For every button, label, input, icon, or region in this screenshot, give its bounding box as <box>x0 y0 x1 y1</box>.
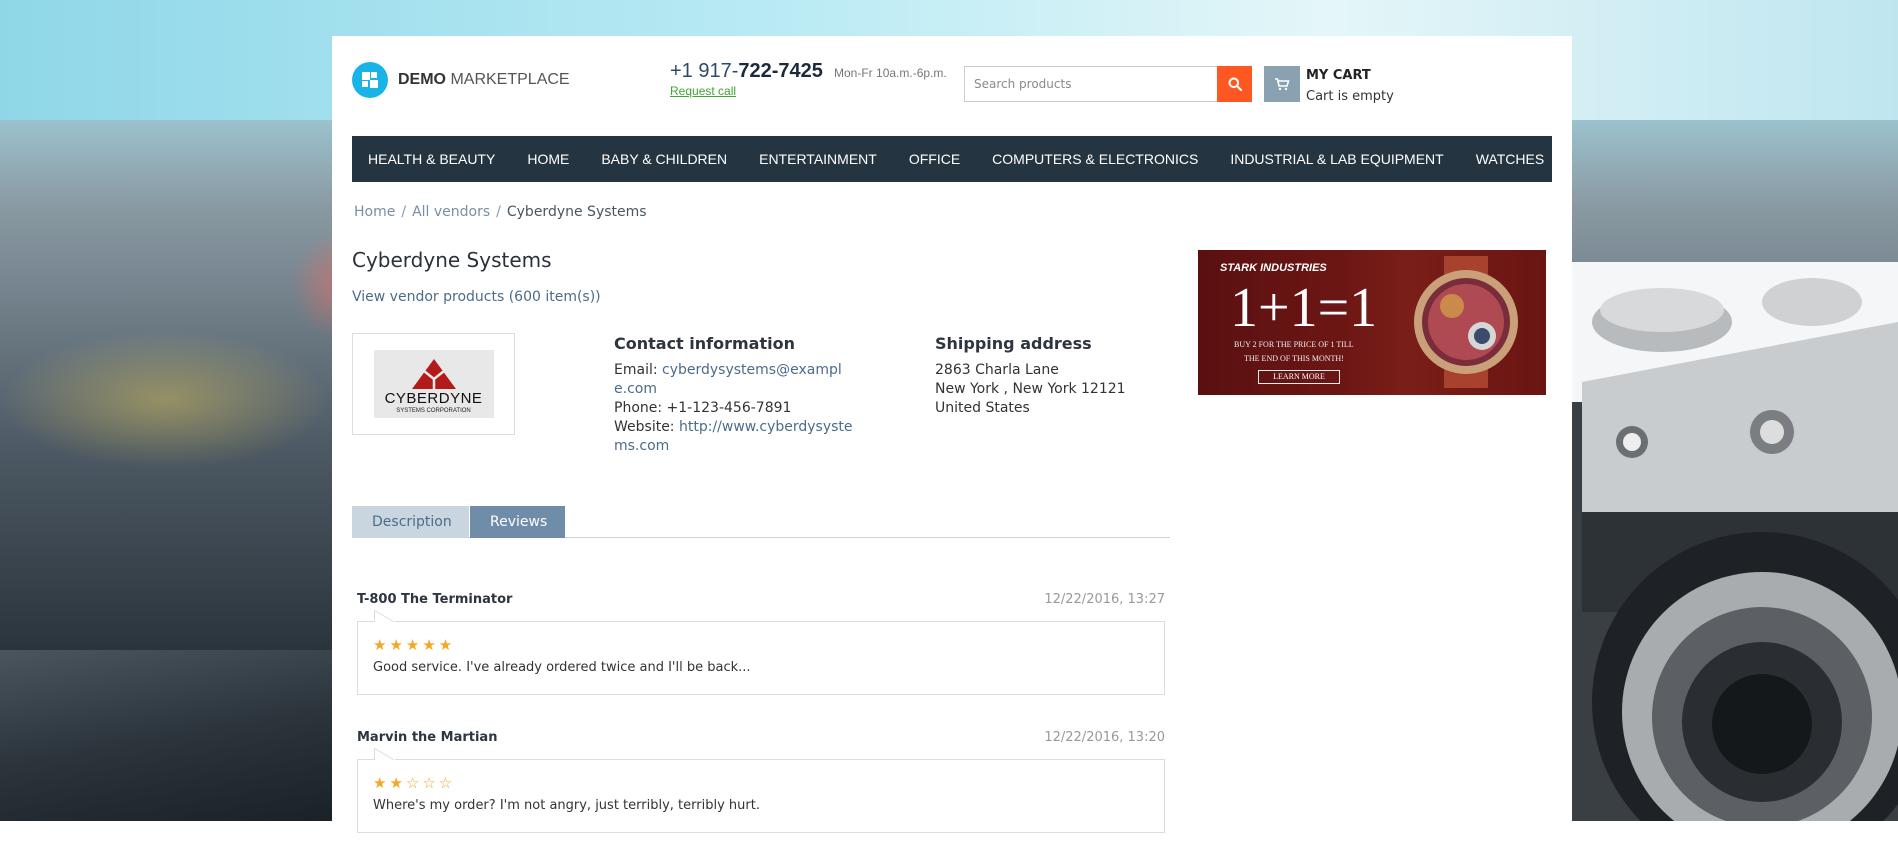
phone-main: 722-7425 <box>738 60 823 82</box>
review-body: ★★☆☆☆ Where's my order? I'm not angry, j… <box>357 748 1165 833</box>
header: DEMO MARKETPLACE +1 917-722-7425 Mon-Fr … <box>332 36 1572 136</box>
contact-website: Website: http://www.cyberdysystems.com <box>614 418 854 456</box>
shipping-line-2: New York , New York 12121 <box>935 381 1126 397</box>
logo-light: MARKETPLACE <box>450 71 570 88</box>
banner-line-1: BUY 2 FOR THE PRICE OF 1 TILL <box>1234 340 1354 349</box>
search-icon <box>1228 77 1242 91</box>
phone-label: Phone: <box>614 400 667 416</box>
nav-item-entertainment[interactable]: ENTERTAINMENT <box>743 151 893 167</box>
nav-item-computers-electronics[interactable]: COMPUTERS & ELECTRONICS <box>976 151 1214 167</box>
logo[interactable]: DEMO MARKETPLACE <box>352 62 570 98</box>
cart-title: MY CART <box>1306 68 1371 83</box>
banner-headline: 1+1=1 <box>1230 277 1378 339</box>
search-bar <box>964 66 1252 102</box>
banner-learn-more-button[interactable]: LEARN MORE <box>1258 370 1340 384</box>
watch-image <box>1414 256 1518 388</box>
shipping-line-1: 2863 Charla Lane <box>935 362 1059 378</box>
nav-item-home[interactable]: HOME <box>511 151 585 167</box>
vendor-logo-sub: SYSTEMS CORPORATION <box>396 408 471 414</box>
cart-icon-box[interactable] <box>1264 66 1300 102</box>
banner-brand: STARK INDUSTRIES <box>1220 262 1327 274</box>
background-floor <box>0 650 340 821</box>
shipping-line-3: United States <box>935 400 1030 416</box>
review-text: Where's my order? I'm not angry, just te… <box>373 798 760 813</box>
phone-hours: Mon-Fr 10a.m.-6p.m. <box>834 66 947 80</box>
phone-value: +1-123-456-7891 <box>666 400 792 416</box>
phone-block: +1 917-722-7425 Mon-Fr 10a.m.-6p.m. Requ… <box>670 60 947 98</box>
review-author: T-800 The Terminator <box>357 592 513 607</box>
logo-bold: DEMO <box>398 71 446 88</box>
review-item: Marvin the Martian 12/22/2016, 13:20 ★★☆… <box>357 730 1165 833</box>
rating-stars: ★★☆☆☆ <box>373 774 456 792</box>
search-button[interactable] <box>1217 66 1252 102</box>
review-date: 12/22/2016, 13:27 <box>1044 592 1165 607</box>
logo-text: DEMO MARKETPLACE <box>398 71 570 89</box>
banner-line-2: THE END OF THIS MONTH! <box>1244 354 1344 363</box>
background-bokeh <box>0 330 330 470</box>
request-call-link[interactable]: Request call <box>670 84 947 98</box>
review-body: ★★★★★ Good service. I've already ordered… <box>357 610 1165 695</box>
shipping-title: Shipping address <box>935 334 1092 353</box>
cart-status: Cart is empty <box>1306 89 1394 104</box>
nav-item-baby-children[interactable]: BABY & CHILDREN <box>585 151 743 167</box>
vendor-logo-name: CYBERDYNE <box>384 390 483 407</box>
breadcrumb-home[interactable]: Home <box>354 204 395 220</box>
breadcrumb-separator: / <box>496 204 501 220</box>
review-header: T-800 The Terminator 12/22/2016, 13:27 <box>357 592 1165 607</box>
nav-item-watches[interactable]: WATCHES <box>1460 151 1560 167</box>
contact-phone: Phone: +1-123-456-7891 <box>614 399 854 418</box>
search-input[interactable] <box>964 66 1217 102</box>
nav-item-office[interactable]: OFFICE <box>893 151 976 167</box>
page-container: DEMO MARKETPLACE +1 917-722-7425 Mon-Fr … <box>332 36 1572 853</box>
contact-email: Email: cyberdysystems@example.com <box>614 361 854 399</box>
main-nav: HEALTH & BEAUTY HOME BABY & CHILDREN ENT… <box>352 136 1552 182</box>
contact-information: Contact information Email: cyberdysystem… <box>614 334 854 456</box>
shipping-address: Shipping address 2863 Charla Lane New Yo… <box>935 334 1175 418</box>
review-header: Marvin the Martian 12/22/2016, 13:20 <box>357 730 1165 745</box>
cart[interactable]: MY CART Cart is empty <box>1264 66 1394 104</box>
vendor-logo: CYBERDYNE SYSTEMS CORPORATION <box>373 350 494 418</box>
review-date: 12/22/2016, 13:20 <box>1044 730 1165 745</box>
phone-number: +1 917-722-7425 <box>670 60 823 82</box>
camera-image <box>1572 262 1898 821</box>
rating-stars: ★★★★★ <box>373 636 456 654</box>
vendor-logo-box: CYBERDYNE SYSTEMS CORPORATION <box>352 333 515 435</box>
breadcrumb: Home / All vendors / Cyberdyne Systems <box>354 204 647 220</box>
cart-text: MY CART Cart is empty <box>1306 66 1394 104</box>
cart-icon <box>1275 78 1290 91</box>
email-label: Email: <box>614 362 663 378</box>
page-title: Cyberdyne Systems <box>352 248 552 272</box>
contact-title: Contact information <box>614 334 795 353</box>
nav-item-industrial-lab[interactable]: INDUSTRIAL & LAB EQUIPMENT <box>1214 151 1459 167</box>
phone-prefix: +1 917- <box>670 60 739 82</box>
tab-reviews[interactable]: Reviews <box>470 506 565 538</box>
review-item: T-800 The Terminator 12/22/2016, 13:27 ★… <box>357 592 1165 695</box>
breadcrumb-current: Cyberdyne Systems <box>506 204 647 220</box>
review-text: Good service. I've already ordered twice… <box>373 660 751 675</box>
vendor-products-link[interactable]: View vendor products (600 item(s)) <box>352 289 601 305</box>
website-label: Website: <box>614 419 679 435</box>
logo-icon <box>352 62 388 98</box>
review-author: Marvin the Martian <box>357 730 498 745</box>
breadcrumb-all-vendors[interactable]: All vendors <box>412 204 490 220</box>
cyberdyne-logo-mark <box>411 359 456 391</box>
tab-description[interactable]: Description <box>352 506 469 538</box>
tabs: Description Reviews <box>352 506 1170 538</box>
breadcrumb-separator: / <box>401 204 407 220</box>
promo-banner[interactable]: STARK INDUSTRIES 1+1=1 BUY 2 FOR THE PRI… <box>1198 250 1546 395</box>
nav-item-health-beauty[interactable]: HEALTH & BEAUTY <box>352 151 511 167</box>
